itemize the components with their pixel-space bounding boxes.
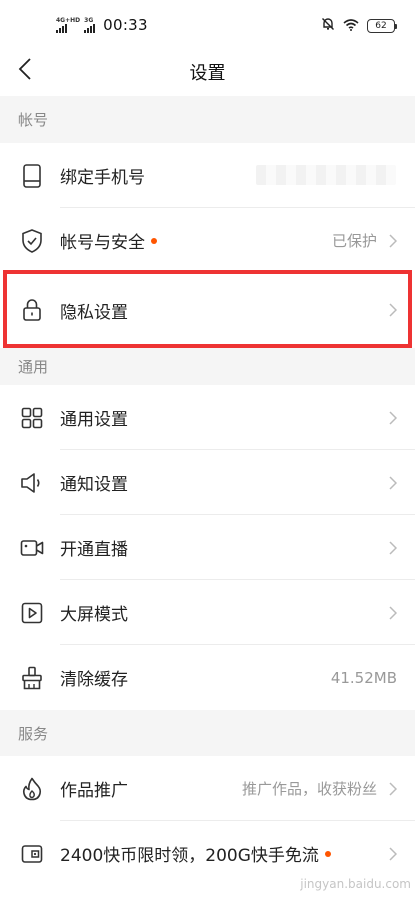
status-time: 00:33 (103, 16, 148, 34)
network-3g: 3G (84, 17, 96, 33)
brush-icon (20, 666, 44, 690)
row-label-text: 帐号与安全 (60, 233, 145, 253)
chevron-right-icon (387, 475, 399, 490)
signal-bars-icon (56, 23, 67, 33)
row-label: 通知设置 (60, 475, 128, 495)
cache-size-value: 41.52MB (330, 668, 397, 687)
mute-bell-icon (321, 16, 335, 35)
row-label: 通用设置 (60, 410, 128, 430)
signal-bars-icon (84, 23, 96, 33)
wallet-icon (20, 842, 44, 866)
play-square-icon (20, 601, 44, 625)
status-bar: 4G+HD 3G 00:33 62 (0, 0, 415, 46)
row-live-stream[interactable]: 开通直播 (0, 515, 415, 580)
row-label-text: 2400快币限时领，200G快手免流 (60, 846, 319, 866)
chevron-right-icon (387, 540, 399, 555)
row-label: 大屏模式 (60, 605, 128, 625)
chevron-right-icon (387, 410, 399, 425)
status-left: 4G+HD 3G 00:33 (56, 16, 148, 34)
row-privacy-settings[interactable]: 隐私设置 (0, 275, 415, 345)
watermark: jingyan.baidu.com (300, 877, 411, 891)
row-work-promotion[interactable]: 作品推广 推广作品，收获粉丝 (0, 756, 415, 821)
flame-icon (20, 777, 44, 801)
row-big-screen-mode[interactable]: 大屏模式 (0, 580, 415, 645)
row-value: 已保护 (331, 232, 377, 250)
page-title: 设置 (189, 63, 226, 84)
row-label: 隐私设置 (60, 302, 128, 323)
section-header-account: 帐号 (0, 96, 415, 143)
row-label: 开通直播 (60, 540, 128, 560)
chevron-right-icon (387, 605, 399, 620)
chevron-right-icon (387, 846, 399, 861)
phone-icon (20, 163, 44, 188)
phone-number-blurred (256, 165, 396, 185)
new-badge-dot (151, 237, 157, 244)
row-label: 帐号与安全 (60, 228, 157, 253)
row-label: 清除缓存 (60, 670, 128, 690)
row-general-settings[interactable]: 通用设置 (0, 385, 415, 450)
section-header-service: 服务 (0, 710, 415, 756)
grid-icon (20, 406, 44, 430)
row-label: 作品推广 (60, 781, 128, 801)
battery-icon: 62 (367, 18, 397, 33)
nav-bar: 设置 (0, 46, 415, 96)
chevron-right-icon (387, 781, 399, 796)
row-clear-cache[interactable]: 清除缓存 41.52MB (0, 645, 415, 710)
speaker-icon (20, 471, 44, 495)
row-label: 绑定手机号 (60, 168, 145, 188)
shield-check-icon (20, 228, 44, 253)
status-right: 62 (321, 16, 397, 35)
chevron-right-icon (387, 303, 399, 317)
row-account-security[interactable]: 帐号与安全 已保护 (0, 208, 415, 273)
new-badge-dot (324, 850, 331, 857)
row-notification-settings[interactable]: 通知设置 (0, 450, 415, 515)
wifi-icon (343, 16, 359, 35)
chevron-right-icon (387, 233, 399, 248)
row-bind-phone[interactable]: 绑定手机号 (0, 143, 415, 208)
lock-icon (20, 298, 44, 322)
row-label: 2400快币限时领，200G快手免流 (60, 841, 331, 866)
row-value: 推广作品，收获粉丝 (241, 780, 377, 798)
video-camera-icon (20, 536, 44, 560)
network-4g: 4G+HD (56, 17, 80, 33)
section-header-general: 通用 (0, 348, 415, 385)
